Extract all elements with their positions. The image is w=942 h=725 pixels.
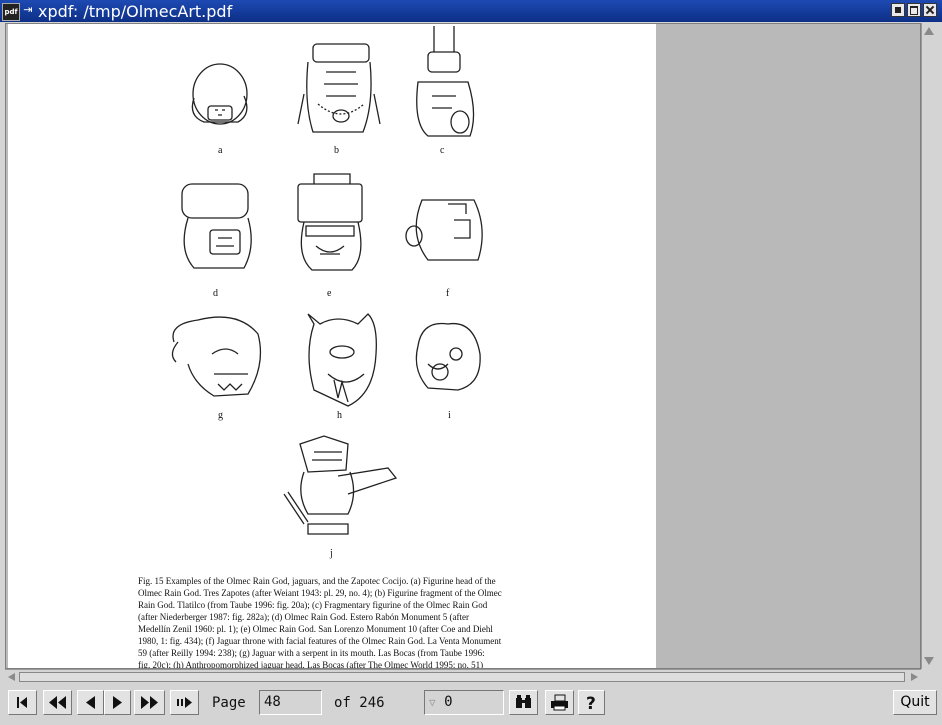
forward-ten-button[interactable] bbox=[134, 690, 165, 715]
svg-text:?: ? bbox=[586, 694, 596, 714]
pdf-page: a b c d e f g h i j Fig. 15 Examples of … bbox=[8, 24, 656, 668]
caption-line: 59 (after Reilly 1994: 238); (g) Jaguar … bbox=[138, 648, 485, 658]
figure-label-i: i bbox=[448, 410, 451, 421]
figure-i-drawing bbox=[415, 322, 481, 391]
scroll-right-icon[interactable] bbox=[911, 673, 918, 681]
figure-label-a: a bbox=[218, 145, 223, 156]
figure-label-j: j bbox=[330, 548, 333, 559]
close-button[interactable] bbox=[923, 3, 937, 17]
app-icon[interactable]: pdf bbox=[2, 3, 20, 21]
figure-f-drawing bbox=[405, 199, 483, 261]
figure-label-e: e bbox=[327, 288, 332, 299]
caption-line: (after Niederberger 1987: fig. 282a); (d… bbox=[138, 612, 469, 622]
scroll-left-icon[interactable] bbox=[8, 673, 15, 681]
pin-icon[interactable]: ⇥ bbox=[21, 3, 35, 17]
figure-label-g: g bbox=[218, 410, 223, 421]
figure-e-drawing bbox=[297, 173, 363, 271]
figure-a-drawing bbox=[191, 63, 248, 125]
figure-b-drawing bbox=[297, 43, 381, 133]
caption-line: 1980, 1: fig. 434); (f) Jaguar throne wi… bbox=[138, 636, 502, 646]
minimize-button[interactable] bbox=[891, 3, 905, 17]
quit-button[interactable]: Quit bbox=[893, 690, 937, 715]
figure-j-drawing bbox=[283, 435, 398, 535]
horizontal-scrollbar[interactable] bbox=[5, 669, 921, 684]
history-forward-button[interactable] bbox=[170, 690, 199, 715]
vertical-scrollbar[interactable] bbox=[921, 23, 936, 669]
print-icon bbox=[551, 694, 568, 711]
first-page-icon bbox=[17, 697, 27, 708]
figure-label-d: d bbox=[213, 288, 218, 299]
window-titlebar[interactable]: pdf ⇥ xpdf: /tmp/OlmecArt.pdf bbox=[0, 0, 942, 22]
caption-line: Fig. 15 Examples of the Olmec Rain God, … bbox=[138, 576, 496, 586]
caption-line: Olmec Rain God. Tres Zapotes (after Weia… bbox=[138, 588, 502, 598]
link-info-value: 0 bbox=[444, 694, 453, 710]
back-ten-icon bbox=[49, 696, 66, 709]
figure-h-drawing bbox=[307, 313, 377, 407]
caption-line: Rain God. Tlatilco (from Taube 1996: fig… bbox=[138, 600, 488, 610]
back-ten-button[interactable] bbox=[43, 690, 72, 715]
figure-label-f: f bbox=[446, 288, 450, 299]
print-button[interactable] bbox=[545, 690, 574, 715]
prev-page-icon bbox=[86, 696, 95, 709]
find-button[interactable] bbox=[509, 690, 538, 715]
page-number-field[interactable]: 48 bbox=[259, 690, 322, 715]
toolbar: Page 48 of 246 ▽ 0 ? bbox=[0, 684, 942, 725]
forward-ten-icon bbox=[141, 696, 158, 709]
next-page-button[interactable] bbox=[104, 690, 131, 715]
page-count-label: of 246 bbox=[334, 695, 385, 711]
caption-line: fig. 20c); (h) Anthropomorphized jaguar … bbox=[138, 660, 484, 668]
about-button[interactable]: ? bbox=[578, 690, 605, 715]
figure-label-h: h bbox=[337, 410, 342, 421]
prev-page-button[interactable] bbox=[77, 690, 104, 715]
history-forward-icon bbox=[177, 697, 192, 708]
figure-c-drawing bbox=[416, 26, 475, 137]
caption-line: Medellín Zenil 1960: pl. 1); (e) Olmec R… bbox=[138, 624, 493, 634]
page-label: Page bbox=[212, 695, 246, 711]
next-page-icon bbox=[113, 696, 122, 709]
window-title: xpdf: /tmp/OlmecArt.pdf bbox=[38, 2, 233, 21]
maximize-button[interactable] bbox=[907, 3, 921, 17]
link-info-field[interactable]: ▽ 0 bbox=[424, 690, 504, 715]
figure-caption: Fig. 15 Examples of the Olmec Rain God, … bbox=[138, 575, 533, 668]
first-page-button[interactable] bbox=[8, 690, 37, 715]
scroll-down-icon[interactable] bbox=[924, 657, 934, 665]
find-icon bbox=[516, 695, 531, 708]
figure-drawings bbox=[171, 26, 483, 535]
document-viewport[interactable]: a b c d e f g h i j Fig. 15 Examples of … bbox=[5, 23, 921, 669]
figure-label-c: c bbox=[440, 145, 445, 156]
scroll-up-icon[interactable] bbox=[924, 27, 934, 35]
horizontal-scroll-thumb[interactable] bbox=[19, 672, 905, 682]
figure-d-drawing bbox=[181, 183, 252, 269]
figure-g-drawing bbox=[171, 316, 262, 397]
about-icon: ? bbox=[586, 694, 596, 714]
figure-label-b: b bbox=[334, 145, 339, 156]
dropdown-arrow-icon: ▽ bbox=[429, 696, 436, 709]
